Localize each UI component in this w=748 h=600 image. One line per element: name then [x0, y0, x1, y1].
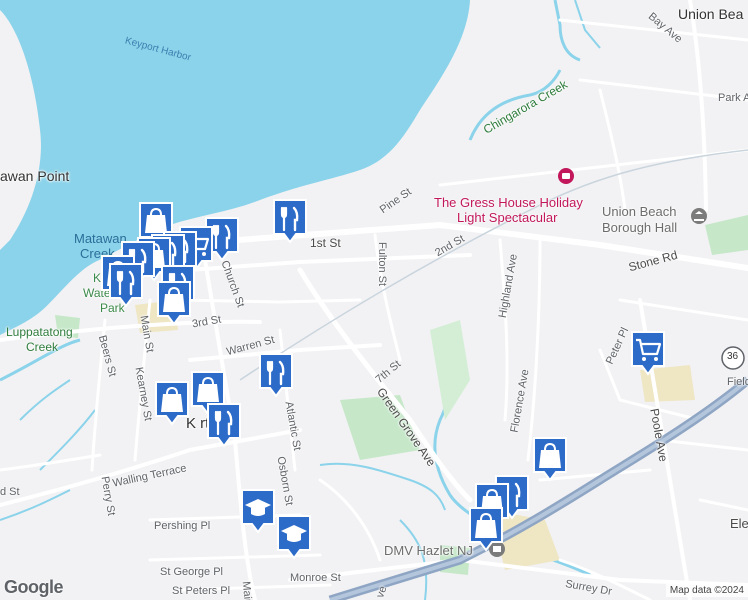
monroe-st-label: Monroe St [290, 572, 341, 584]
map-canvas[interactable]: Union Bea Bay Ave Park A Keyport Harbor … [0, 0, 748, 600]
fork-knife-icon [273, 199, 307, 244]
st-george-pl-label: St George Pl [160, 566, 223, 578]
poi-marker-shopping-cart[interactable] [630, 330, 666, 376]
gress-house-label-line1[interactable]: The Gress House Holiday [434, 195, 583, 210]
poi-marker-shopping-bag[interactable] [154, 380, 190, 426]
shopping-bag-icon [155, 381, 189, 426]
left-st-label: d St [0, 486, 20, 498]
shopping-cart-icon [631, 331, 665, 376]
map-attribution[interactable]: Map data ©2024 [665, 584, 748, 597]
st-peters-pl-label: St Peters Pl [172, 585, 231, 597]
poi-marker-fork-knife[interactable] [206, 402, 242, 448]
poi-marker-graduation-cap[interactable] [276, 514, 312, 560]
poi-marker-fork-knife[interactable] [108, 262, 144, 308]
shopping-bag-icon [533, 437, 567, 482]
route-36-shield-label: 36 [727, 351, 739, 362]
park-ave-label: Park A [718, 92, 748, 104]
field-label: Fielo [727, 376, 748, 388]
graduation-cap-icon [241, 489, 275, 534]
luppatatong-creek-label-1: Luppatatong [6, 325, 73, 339]
borough-hall-label-line1[interactable]: Union Beach [602, 204, 676, 219]
fulton-st-label: Fulton St [376, 241, 389, 287]
poi-marker-fork-knife[interactable] [272, 198, 308, 244]
luppatatong-creek-label-2: Creek [26, 340, 59, 354]
borough-hall-label-line2[interactable]: Borough Hall [602, 220, 677, 235]
poi-marker-shopping-bag[interactable] [468, 506, 504, 552]
poi-marker-shopping-bag[interactable] [156, 280, 192, 326]
union-beach-label: Union Bea [678, 6, 744, 22]
dmv-hazlet-label[interactable]: DMV Hazlet NJ [384, 543, 473, 558]
first-st-label: 1st St [310, 236, 341, 250]
fork-knife-icon [259, 353, 293, 398]
gress-house-label-line2[interactable]: Light Spectacular [457, 210, 557, 225]
matawan-creek-label-line1: Matawan [74, 231, 127, 246]
shopping-bag-icon [157, 281, 191, 326]
poi-marker-graduation-cap[interactable] [240, 488, 276, 534]
pershing-pl-label: Pershing Pl [154, 520, 211, 532]
shopping-bag-icon [469, 507, 503, 552]
graduation-cap-icon [277, 515, 311, 560]
google-logo: Google [4, 577, 64, 597]
main-bottom-label: Mair [239, 580, 254, 600]
fork-knife-icon [109, 263, 143, 308]
poi-marker-shopping-bag[interactable] [532, 436, 568, 482]
matawan-point-label: awan Point [0, 168, 70, 184]
poi-marker-fork-knife[interactable] [258, 352, 294, 398]
fork-knife-icon [207, 403, 241, 448]
ele-label: Ele [730, 516, 748, 531]
